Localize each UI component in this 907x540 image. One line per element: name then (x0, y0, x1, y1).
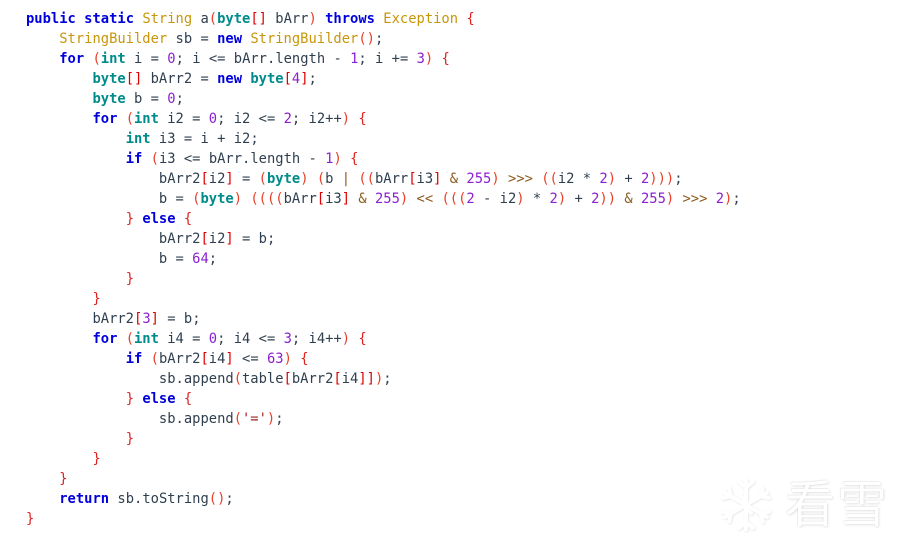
char-literal-equals: '=' (242, 411, 267, 427)
method-name-a: a (200, 11, 209, 27)
code-line-22: } (125, 431, 134, 447)
code-line-14: } (125, 271, 134, 287)
code-line-12: bArr2[i2] = b; (158, 231, 276, 247)
keyword-public: public (26, 11, 76, 27)
code-line-15: } (92, 291, 101, 307)
code-line-8: if (i3 <= bArr.length - 1) { (125, 151, 359, 167)
param-bArr: bArr (275, 11, 309, 27)
code-line-4: byte[] bArr2 = new byte[4]; (92, 71, 317, 87)
code-line-16: bArr2[3] = b; (92, 311, 201, 327)
code-viewer: public static String a(byte[] bArr) thro… (0, 0, 907, 540)
keyword-else: else (142, 211, 176, 227)
code-line-2: StringBuilder sb = new StringBuilder(); (59, 31, 384, 47)
code-line-25: return sb.toString(); (59, 491, 234, 507)
type-Exception: Exception (383, 11, 459, 27)
code-line-11: } else { (125, 211, 193, 227)
keyword-static: static (84, 11, 134, 27)
code-line-5: byte b = 0; (92, 91, 184, 107)
code-line-13: b = 64; (158, 251, 218, 267)
type-String: String (142, 11, 193, 27)
code-line-17: for (int i4 = 0; i4 <= 3; i4++) { (92, 331, 367, 347)
code-line-6: for (int i2 = 0; i2 <= 2; i2++) { (92, 111, 367, 127)
code-line-19: sb.append(table[bArr2[i4]]); (158, 371, 392, 387)
keyword-throws: throws (325, 11, 375, 27)
code-line-18: if (bArr2[i4] <= 63) { (125, 351, 309, 367)
code-line-21: sb.append('='); (158, 411, 284, 427)
code-line-1: public static String a(byte[] bArr) thro… (26, 11, 475, 27)
type-byte: byte (217, 11, 251, 27)
keyword-if: if (125, 151, 143, 167)
code-line-10: b = (byte) ((((bArr[i3] & 255) << (((2 -… (158, 191, 741, 207)
code-line-24: } (59, 471, 68, 487)
keyword-new: new (217, 31, 243, 47)
type-StringBuilder: StringBuilder (59, 31, 168, 47)
type-int: int (100, 51, 126, 67)
code-line-7: int i3 = i + i2; (125, 131, 259, 147)
code-line-23: } (92, 451, 101, 467)
code-line-3: for (int i = 0; i <= bArr.length - 1; i … (59, 51, 450, 67)
keyword-for: for (59, 51, 85, 67)
code-line-20: } else { (125, 391, 193, 407)
keyword-return: return (59, 491, 110, 507)
code-line-26: } (26, 511, 35, 527)
code-line-9: bArr2[i2] = (byte) (b | ((bArr[i3] & 255… (158, 171, 683, 187)
